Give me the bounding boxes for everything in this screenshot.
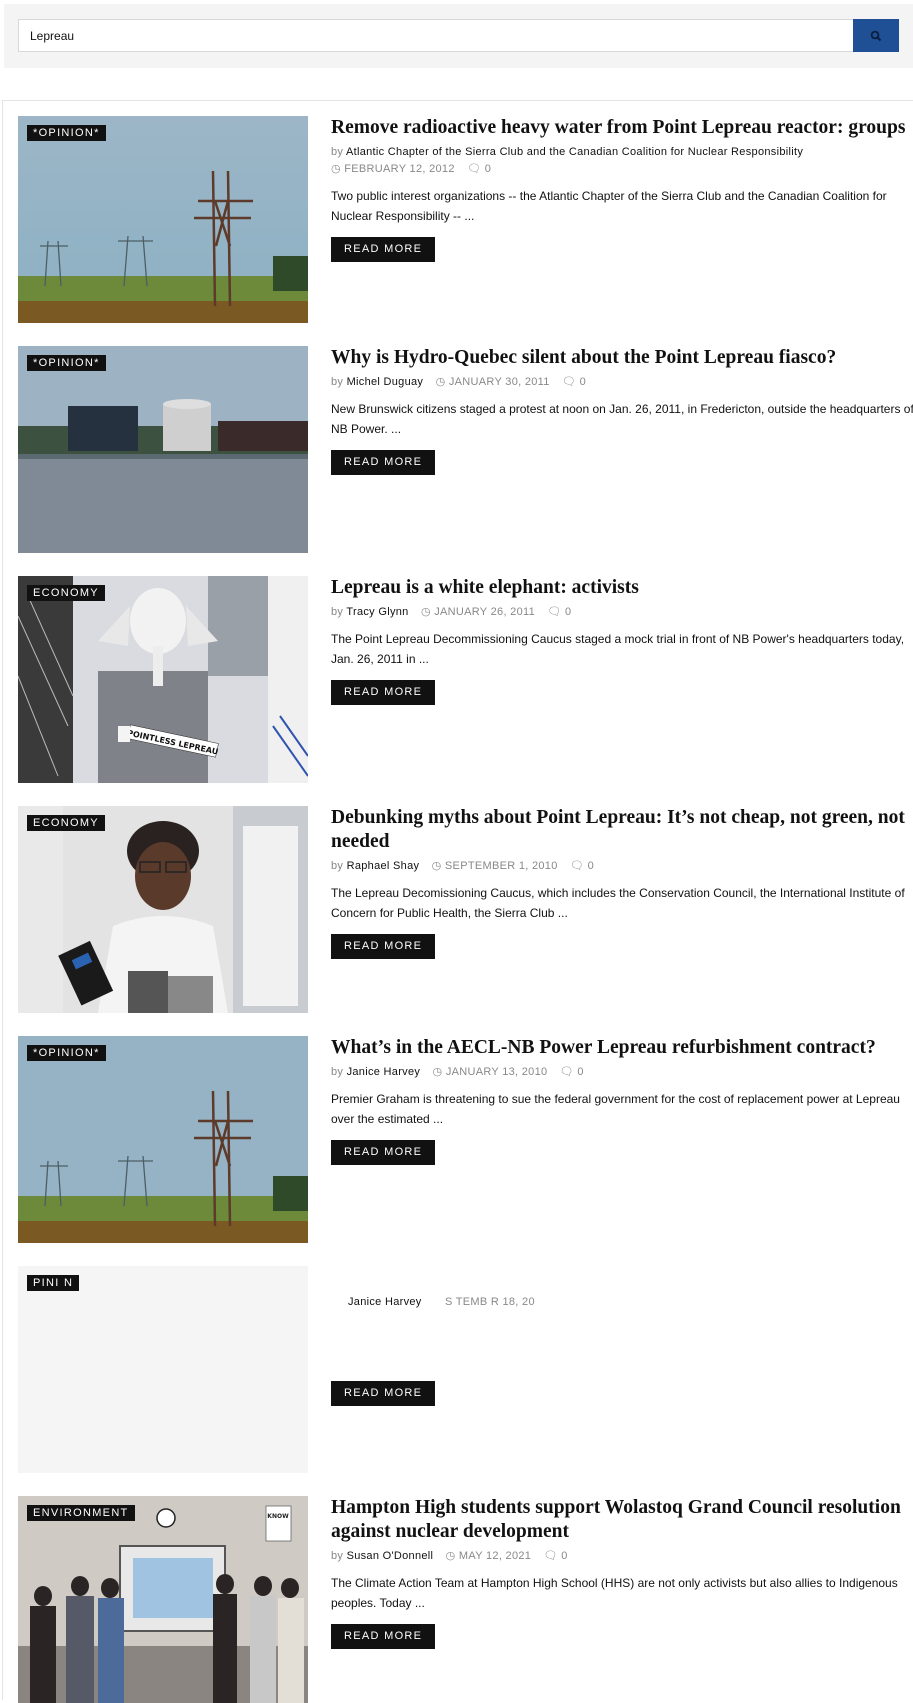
article-title[interactable]: Remove radioactive heavy water from Poin… — [331, 116, 913, 140]
article: KNOW ENVIRONMENT Hampton High students s… — [18, 1496, 904, 1703]
nuclear-plant-image — [18, 346, 308, 553]
comment-count[interactable]: 0 — [565, 606, 571, 618]
comment-icon: 🗨 — [467, 163, 482, 175]
article-date[interactable]: SEPTEMBER 1, 2010 — [445, 860, 558, 872]
search-bar — [4, 4, 913, 68]
article-date[interactable]: S TEMB R 18, 20 — [445, 1296, 535, 1308]
article-date[interactable]: MAY 12, 2021 — [459, 1550, 531, 1562]
article-excerpt: Two public interest organizations -- the… — [331, 189, 887, 223]
category-label[interactable]: PINI N — [27, 1275, 80, 1291]
author-link[interactable]: Raphael Shay — [347, 860, 420, 872]
article-date[interactable]: FEBRUARY 12, 2012 — [344, 163, 454, 175]
by-label: by — [331, 860, 344, 872]
comment-icon: 🗨 — [543, 1550, 558, 1562]
article-thumbnail[interactable]: POINTLESS LEPREAU ECONOMY — [18, 576, 308, 783]
category-label[interactable]: *OPINION* — [27, 355, 106, 371]
search-icon — [870, 30, 882, 41]
comment-count[interactable]: 0 — [580, 376, 586, 388]
author-link[interactable]: Janice Harvey — [347, 1066, 421, 1078]
comment-icon: 🗨 — [547, 606, 562, 618]
article-meta: Janice Harvey S TEMB R 18, 20 — [331, 1295, 913, 1309]
article-date[interactable]: JANUARY 26, 2011 — [434, 606, 535, 618]
read-more-button[interactable]: READ MORE — [331, 1624, 436, 1649]
article-excerpt: Premier Graham is threatening to sue the… — [331, 1092, 900, 1126]
read-more-button[interactable]: READ MORE — [331, 680, 436, 705]
search-button[interactable] — [853, 19, 899, 52]
speaker-portrait-image — [18, 806, 308, 1013]
article: *OPINION* Remove radioactive heavy water… — [18, 116, 905, 323]
comment-count[interactable]: 0 — [485, 163, 491, 175]
article: *OPINION* What’s in the AECL-NB Power Le… — [18, 1036, 904, 1243]
category-label[interactable]: *OPINION* — [27, 1045, 106, 1061]
article-meta: by Raphael Shay ◷ SEPTEMBER 1, 2010 🗨 0 — [331, 859, 913, 873]
classroom-students-image: KNOW — [18, 1496, 308, 1703]
category-label[interactable]: ENVIRONMENT — [27, 1505, 135, 1521]
article-date[interactable]: JANUARY 13, 2010 — [446, 1066, 548, 1078]
power-lines-image — [18, 1036, 308, 1243]
read-more-button[interactable]: READ MORE — [331, 450, 436, 475]
article-excerpt: New Brunswick citizens staged a protest … — [331, 402, 913, 436]
article-excerpt: The Lepreau Decomissioning Caucus, which… — [331, 886, 905, 920]
read-more-button[interactable]: READ MORE — [331, 934, 436, 959]
power-lines-image — [18, 116, 308, 323]
category-label[interactable]: *OPINION* — [27, 125, 106, 141]
read-more-button[interactable]: READ MORE — [331, 237, 436, 262]
comment-count[interactable]: 0 — [588, 860, 594, 872]
read-more-button[interactable]: READ MORE — [331, 1140, 436, 1165]
article: ECONOMY Debunking myths about Point Lepr… — [18, 806, 905, 1013]
article-excerpt: The Climate Action Team at Hampton High … — [331, 1576, 898, 1610]
clock-icon: ◷ — [432, 1066, 443, 1078]
by-label: by — [331, 606, 344, 618]
article-meta: by Janice Harvey ◷ JANUARY 13, 2010 🗨 0 — [331, 1065, 913, 1079]
article-title[interactable]: Why is Hydro-Quebec silent about the Poi… — [331, 346, 913, 370]
read-more-button[interactable]: READ MORE — [331, 1381, 436, 1406]
by-label: by — [331, 1066, 344, 1078]
category-label[interactable]: ECONOMY — [27, 585, 105, 601]
clock-icon: ◷ — [435, 376, 446, 388]
by-label: by — [331, 146, 344, 158]
article-thumbnail[interactable]: *OPINION* — [18, 346, 308, 553]
by-label: by — [331, 376, 344, 388]
article-title[interactable]: Hampton High students support Wolastoq G… — [331, 1496, 913, 1544]
article-thumbnail[interactable]: KNOW ENVIRONMENT — [18, 1496, 308, 1703]
by-label: by — [331, 1550, 344, 1562]
comment-icon: 🗨 — [559, 1066, 575, 1078]
white-elephant-protest-image: POINTLESS LEPREAU — [18, 576, 308, 783]
category-label[interactable]: ECONOMY — [27, 815, 105, 831]
article-meta: by Michel Duguay ◷ JANUARY 30, 2011 🗨 0 — [331, 375, 913, 389]
article-excerpt: The Point Lepreau Decommissioning Caucus… — [331, 632, 905, 666]
author-link[interactable]: Atlantic Chapter of the Sierra Club and … — [346, 146, 803, 158]
author-link[interactable]: Susan O'Donnell — [347, 1550, 434, 1562]
author-link[interactable]: Tracy Glynn — [346, 606, 408, 618]
article-meta-date: ◷ FEBRUARY 12, 2012 🗨 0 — [331, 162, 913, 176]
article-thumbnail[interactable]: *OPINION* — [18, 1036, 308, 1243]
search-input[interactable] — [18, 19, 856, 52]
article-title[interactable]: Debunking myths about Point Lepreau: It’… — [331, 806, 913, 854]
comment-icon: 🗨 — [562, 376, 577, 388]
article-thumbnail[interactable]: PINI N — [18, 1266, 308, 1473]
clock-icon: ◷ — [420, 606, 431, 618]
poster-text: KNOW — [267, 1513, 289, 1520]
clock-icon: ◷ — [431, 860, 442, 872]
article-title[interactable]: Lepreau is a white elephant: activists — [331, 576, 913, 600]
comment-count[interactable]: 0 — [561, 1550, 567, 1562]
article-title[interactable]: What’s in the AECL-NB Power Lepreau refu… — [331, 1036, 913, 1060]
article-meta: by Tracy Glynn ◷ JANUARY 26, 2011 🗨 0 — [331, 605, 913, 619]
author-link[interactable]: Janice Harvey — [348, 1296, 422, 1308]
comment-icon: 🗨 — [570, 860, 585, 872]
article: POINTLESS LEPREAU ECONOMY Lepreau is a w… — [18, 576, 904, 783]
clock-icon: ◷ — [445, 1550, 456, 1562]
author-link[interactable]: Michel Duguay — [347, 376, 424, 388]
article: PINI N Janice Harvey S TEMB R 18, 20 REA… — [18, 1266, 904, 1473]
article-date[interactable]: JANUARY 30, 2011 — [449, 376, 550, 388]
article-thumbnail[interactable]: *OPINION* — [18, 116, 308, 323]
article: *OPINION* Why is Hydro-Quebec silent abo… — [18, 346, 913, 553]
comment-count[interactable]: 0 — [577, 1066, 583, 1078]
article-thumbnail[interactable]: ECONOMY — [18, 806, 308, 1013]
article-meta: by Susan O'Donnell ◷ MAY 12, 2021 🗨 0 — [331, 1549, 913, 1563]
clock-icon: ◷ — [331, 163, 341, 175]
article-meta: by Atlantic Chapter of the Sierra Club a… — [331, 145, 913, 159]
